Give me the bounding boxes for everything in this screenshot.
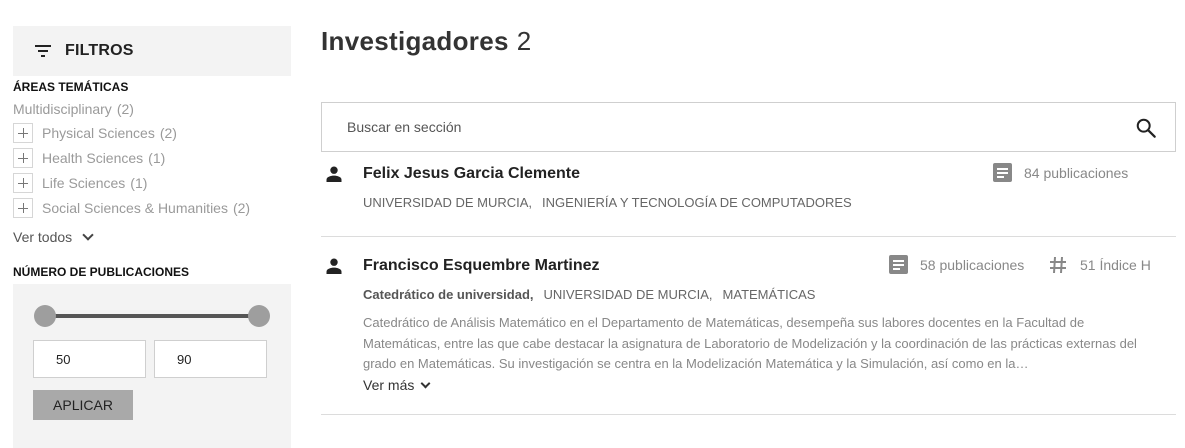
- affiliation-department: INGENIERÍA Y TECNOLOGÍA DE COMPUTADORES: [542, 195, 852, 210]
- search-icon[interactable]: [1135, 117, 1157, 139]
- publications-stat: 58 publicaciones: [889, 255, 1024, 274]
- publications-stat: 84 publicaciones: [993, 163, 1128, 182]
- filters-header[interactable]: FILTROS: [13, 26, 291, 76]
- affiliation-university: UNIVERSIDAD DE MURCIA,: [543, 287, 713, 302]
- document-icon: [889, 255, 908, 274]
- researcher-result: Francisco Esquembre Martinez 58 publicac…: [321, 237, 1176, 415]
- chevron-down-icon: [420, 378, 431, 388]
- area-count: (1): [130, 175, 148, 191]
- area-label: Life Sciences: [42, 175, 126, 191]
- researcher-position: Catedrático de universidad,: [363, 287, 534, 302]
- expand-plus-icon[interactable]: [13, 173, 33, 193]
- publications-count: 58 publicaciones: [920, 256, 1025, 273]
- page-title: Investigadores 2: [321, 26, 531, 57]
- area-social-sciences-humanities[interactable]: Social Sciences & Humanities (2): [13, 198, 250, 218]
- range-slider-max-handle[interactable]: [248, 305, 270, 327]
- expand-plus-icon[interactable]: [13, 148, 33, 168]
- range-slider-track[interactable]: [45, 314, 259, 318]
- chevron-down-icon: [82, 229, 94, 241]
- area-label: Physical Sciences: [42, 125, 155, 141]
- page-title-text: Investigadores: [321, 26, 509, 56]
- affiliation-university: UNIVERSIDAD DE MURCIA,: [363, 195, 533, 210]
- publications-range-panel: 50 90 APLICAR: [13, 284, 291, 448]
- h-index-value: 51 Índice H: [1080, 257, 1151, 273]
- researcher-name-link[interactable]: Francisco Esquembre Martinez: [363, 257, 600, 275]
- see-all-link[interactable]: Ver todos: [13, 229, 94, 245]
- area-count: (2): [232, 200, 251, 216]
- search-input[interactable]: [322, 103, 1122, 151]
- range-slider-min-handle[interactable]: [34, 305, 56, 327]
- area-health-sciences[interactable]: Health Sciences (1): [13, 148, 165, 168]
- area-label: Social Sciences & Humanities: [42, 200, 228, 216]
- area-count: (1): [148, 150, 166, 166]
- researcher-description: Catedrático de Análisis Matemático en el…: [363, 315, 1137, 371]
- filters-sidebar: FILTROS ÁREAS TEMÁTICAS Multidisciplinar…: [13, 26, 291, 448]
- results-count: 2: [516, 26, 532, 56]
- see-more-link[interactable]: Ver más: [363, 377, 431, 393]
- area-label: Health Sciences: [42, 150, 144, 166]
- researcher-affiliations: Catedrático de universidad, UNIVERSIDAD D…: [363, 287, 825, 302]
- area-multidisciplinary[interactable]: Multidisciplinary (2): [13, 101, 134, 117]
- area-count: (2): [159, 125, 177, 141]
- document-icon: [993, 163, 1012, 182]
- area-physical-sciences[interactable]: Physical Sciences (2): [13, 123, 177, 143]
- areas-section-title: ÁREAS TEMÁTICAS: [13, 80, 129, 94]
- publications-section-title: NÚMERO DE PUBLICACIONES: [13, 265, 190, 279]
- h-index-stat: 51 Índice H: [1048, 255, 1151, 275]
- see-all-label: Ver todos: [13, 229, 73, 245]
- area-label: Multidisciplinary: [13, 101, 112, 117]
- section-search: [321, 102, 1176, 152]
- filters-title: FILTROS: [65, 42, 134, 59]
- range-min-input[interactable]: 50: [33, 340, 146, 378]
- see-more-label: Ver más: [363, 377, 415, 393]
- person-icon: [326, 258, 342, 274]
- expand-plus-icon[interactable]: [13, 198, 33, 218]
- researcher-result: Felix Jesus Garcia Clemente 84 publicaci…: [321, 152, 1176, 237]
- filter-icon: [35, 45, 51, 57]
- apply-button[interactable]: APLICAR: [33, 390, 133, 420]
- person-icon: [326, 166, 342, 182]
- area-life-sciences[interactable]: Life Sciences (1): [13, 173, 147, 193]
- area-count: (2): [116, 101, 134, 117]
- hash-icon: [1050, 256, 1066, 274]
- range-max-input[interactable]: 90: [154, 340, 267, 378]
- researcher-name-link[interactable]: Felix Jesus Garcia Clemente: [363, 165, 580, 183]
- researcher-affiliations: UNIVERSIDAD DE MURCIA, INGENIERÍA Y TECNO…: [363, 195, 862, 210]
- publications-count: 84 publicaciones: [1024, 164, 1129, 181]
- expand-plus-icon[interactable]: [13, 123, 33, 143]
- affiliation-department: MATEMÁTICAS: [722, 287, 816, 302]
